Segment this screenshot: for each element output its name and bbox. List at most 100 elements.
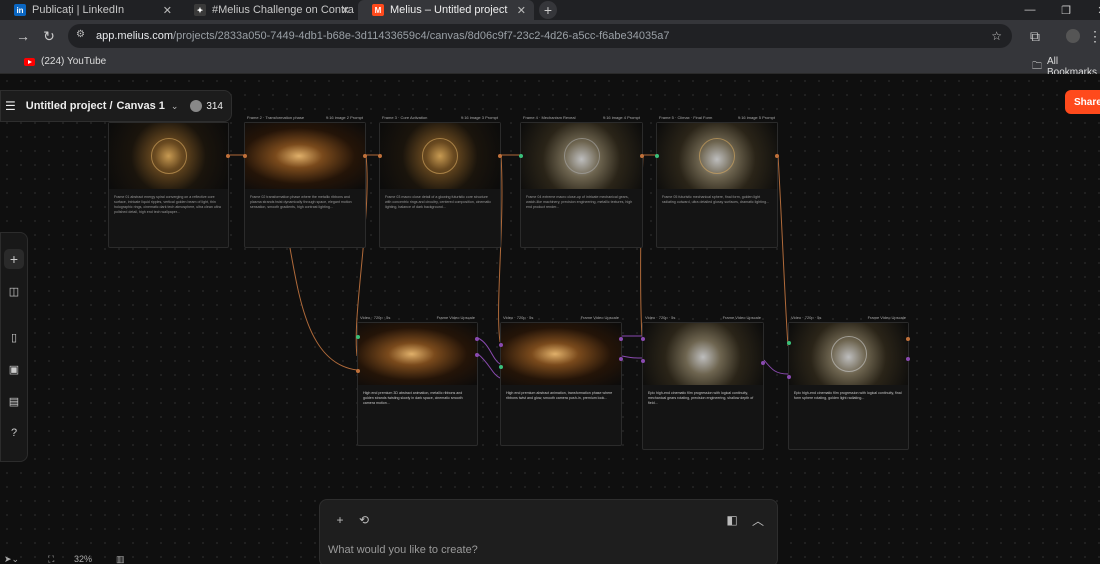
input-port[interactable]	[356, 335, 360, 339]
minimize-icon[interactable]: —	[1012, 0, 1048, 20]
canvas-name[interactable]: Canvas 1	[117, 100, 165, 112]
input-port[interactable]	[519, 154, 523, 158]
generated-video[interactable]	[789, 323, 908, 385]
generated-video[interactable]	[643, 323, 763, 385]
browser-nav-bar: → ↻ ⚙ app.melius.com/projects/2833a050-7…	[0, 20, 1100, 52]
layout-icon[interactable]: ▤	[4, 391, 24, 411]
output-port[interactable]	[619, 357, 623, 361]
card-title: Video · 720p · 5s	[360, 315, 391, 320]
output-port[interactable]	[761, 361, 765, 365]
fit-view-icon[interactable]: ⛶	[48, 554, 54, 564]
history-icon[interactable]: ⟲	[356, 512, 372, 528]
tab-label: Publicați | LinkedIn	[32, 4, 125, 16]
maximize-icon[interactable]: ❐	[1048, 0, 1084, 20]
site-info-icon[interactable]: ⚙	[76, 29, 90, 43]
input-port[interactable]	[499, 343, 503, 347]
output-port[interactable]	[475, 353, 479, 357]
generated-image[interactable]	[521, 123, 642, 189]
add-attachment-icon[interactable]: +	[332, 512, 348, 528]
chevron-down-icon[interactable]: ⌄	[171, 101, 179, 112]
image-search-icon[interactable]: ▣	[4, 359, 24, 379]
new-tab-button[interactable]: +	[539, 1, 557, 19]
output-port[interactable]	[906, 337, 910, 341]
prompt-panel: + ⟲ ◧ ︿	[319, 499, 778, 564]
generated-image[interactable]	[380, 123, 500, 189]
share-button[interactable]: Share	[1065, 90, 1100, 114]
tab-linkedin[interactable]: in Publicați | LinkedIn ✕	[0, 0, 180, 20]
video-card[interactable]: Video · 720p · 5s Frame Video Upscale Epi…	[641, 315, 765, 450]
document-icon[interactable]: ▯	[4, 327, 24, 347]
hamburger-menu-icon[interactable]: ☰	[5, 99, 16, 113]
close-icon[interactable]: ✕	[163, 4, 172, 17]
video-card[interactable]: Video · 720p · 5s Frame Video Upscale Epi…	[787, 315, 910, 450]
output-port[interactable]	[363, 154, 367, 158]
tab-contra[interactable]: ✦ #Melius Challenge on Contra ✕	[180, 0, 358, 20]
linkedin-icon: in	[14, 4, 26, 16]
zoom-level[interactable]: 32%	[74, 554, 92, 564]
generated-image[interactable]	[109, 123, 228, 189]
node-canvas[interactable]: ☰ Untitled project / Canvas 1 ⌄ 314 Shar…	[0, 74, 1100, 564]
extensions-icon[interactable]: ⧉	[1026, 27, 1044, 45]
sticky-note-icon[interactable]: ◫	[4, 281, 24, 301]
wire	[477, 353, 501, 379]
image-card[interactable]: Frame 2 · Transformation phase 9:16 image…	[243, 115, 367, 248]
reload-icon[interactable]: ↻	[40, 27, 58, 45]
wire	[289, 247, 358, 371]
video-card[interactable]: Video · 720p · 5s Frame Video Upscale Hig…	[356, 315, 479, 446]
card-prompt-text: Frame 02 transformation phase where the …	[250, 195, 352, 209]
output-port[interactable]	[475, 337, 479, 341]
generated-image[interactable]	[657, 123, 777, 189]
project-title[interactable]: Untitled project /	[26, 100, 113, 112]
credits-badge[interactable]: 314	[190, 100, 223, 112]
card-meta: 9:16 image 3 Prompt	[460, 115, 498, 120]
input-port[interactable]	[641, 337, 645, 341]
input-port[interactable]	[499, 365, 503, 369]
window-close-icon[interactable]: ✕	[1084, 0, 1100, 20]
image-card[interactable]: Frame 01 abstract energy spiral convergi…	[108, 122, 230, 248]
pointer-tool-icon[interactable]: ➤⌄	[4, 554, 19, 564]
input-port[interactable]	[378, 154, 382, 158]
image-card[interactable]: Frame 3 · Core Activation 9:16 image 3 Pr…	[378, 115, 502, 248]
output-port[interactable]	[619, 337, 623, 341]
input-port[interactable]	[641, 359, 645, 363]
output-port[interactable]	[775, 154, 779, 158]
wire	[621, 355, 643, 359]
input-port[interactable]	[655, 154, 659, 158]
output-port[interactable]	[640, 154, 644, 158]
close-icon[interactable]: ✕	[517, 4, 526, 17]
chevron-up-icon[interactable]: ︿	[750, 512, 766, 528]
generated-image[interactable]	[245, 123, 365, 189]
video-card[interactable]: Video · 720p · 5s Frame Video Upscale Hig…	[499, 315, 623, 446]
output-port[interactable]	[226, 154, 230, 158]
card-prompt-text: Epic high-end cinematic film progression…	[794, 391, 902, 400]
panel-toggle-icon[interactable]: ◧	[724, 512, 740, 528]
card-meta: Frame Video Upscale	[436, 315, 475, 320]
input-port[interactable]	[787, 375, 791, 379]
image-card[interactable]: Frame 4 · Mechanism Reveal 9:16 image 4 P…	[519, 115, 644, 248]
close-icon[interactable]: ✕	[341, 4, 350, 17]
output-port[interactable]	[498, 154, 502, 158]
input-port[interactable]	[243, 154, 247, 158]
address-bar[interactable]: ⚙ app.melius.com/projects/2833a050-7449-…	[68, 24, 1012, 48]
image-card[interactable]: Frame 5 · Climax · Final Form 9:16 image …	[655, 115, 779, 248]
card-title: Video · 720p · 5s	[645, 315, 676, 320]
prompt-input[interactable]	[328, 540, 768, 560]
profile-avatar[interactable]	[1064, 27, 1082, 45]
generated-video[interactable]	[358, 323, 477, 385]
generated-video[interactable]	[501, 323, 621, 385]
bookmark-youtube[interactable]: (224) YouTube	[24, 56, 106, 67]
map-icon[interactable]: ▥	[116, 554, 125, 564]
input-port[interactable]	[356, 369, 360, 373]
wire	[763, 359, 789, 375]
bookmark-star-icon[interactable]: ☆	[991, 29, 1002, 43]
output-port[interactable]	[906, 357, 910, 361]
browser-tab-bar: in Publicați | LinkedIn ✕ ✦ #Melius Chal…	[0, 0, 1100, 20]
input-port[interactable]	[787, 341, 791, 345]
card-title: Video · 720p · 5s	[503, 315, 534, 320]
browser-menu-icon[interactable]: ⋮	[1086, 27, 1100, 45]
card-title: Frame 3 · Core Activation	[382, 115, 428, 120]
add-node-icon[interactable]: +	[4, 249, 24, 269]
help-icon[interactable]: ?	[4, 423, 24, 443]
tab-melius[interactable]: M Melius – Untitled project ✕	[358, 0, 534, 20]
forward-icon[interactable]: →	[14, 27, 32, 45]
